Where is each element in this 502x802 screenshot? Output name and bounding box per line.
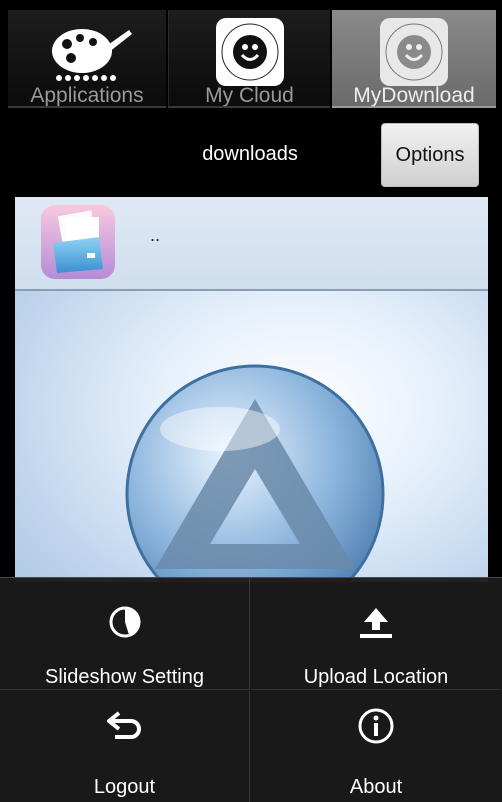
app-logo-background — [120, 359, 390, 582]
tab-label: Applications — [30, 84, 144, 107]
tab-mydownload[interactable]: MyDownload — [332, 10, 496, 108]
info-icon — [357, 707, 395, 749]
tab-bar: Applications My Cloud MyDownload — [0, 0, 502, 110]
options-button[interactable]: Options — [381, 123, 479, 187]
slideshow-icon — [107, 604, 143, 644]
tab-label: MyDownload — [353, 84, 475, 107]
menu-item-upload-location[interactable]: Upload Location — [251, 578, 501, 690]
menu-item-logout[interactable]: Logout — [0, 691, 250, 802]
smiley-seal-icon — [214, 16, 286, 92]
menu-item-label: About — [349, 776, 403, 798]
menu-item-label: Logout — [93, 776, 156, 798]
menu-item-about[interactable]: About — [251, 691, 501, 802]
file-browser: .. — [15, 197, 488, 582]
smiley-seal-icon — [378, 16, 450, 92]
upload-icon — [356, 604, 396, 644]
list-item[interactable]: .. — [15, 197, 488, 291]
tab-label: My Cloud — [205, 84, 294, 107]
menu-item-slideshow-setting[interactable]: Slideshow Setting — [0, 578, 250, 690]
tab-applications[interactable]: Applications — [8, 10, 166, 108]
tab-my-cloud[interactable]: My Cloud — [168, 10, 330, 108]
options-menu: Slideshow Setting Upload Location Logout — [0, 577, 502, 802]
current-path-title: downloads — [202, 143, 298, 165]
palette-icon — [37, 16, 137, 90]
list-item-label: .. — [150, 225, 161, 245]
menu-item-label: Slideshow Setting — [45, 666, 204, 688]
menu-item-label: Upload Location — [303, 666, 449, 688]
logout-icon — [105, 707, 145, 747]
folder-icon — [39, 203, 117, 285]
